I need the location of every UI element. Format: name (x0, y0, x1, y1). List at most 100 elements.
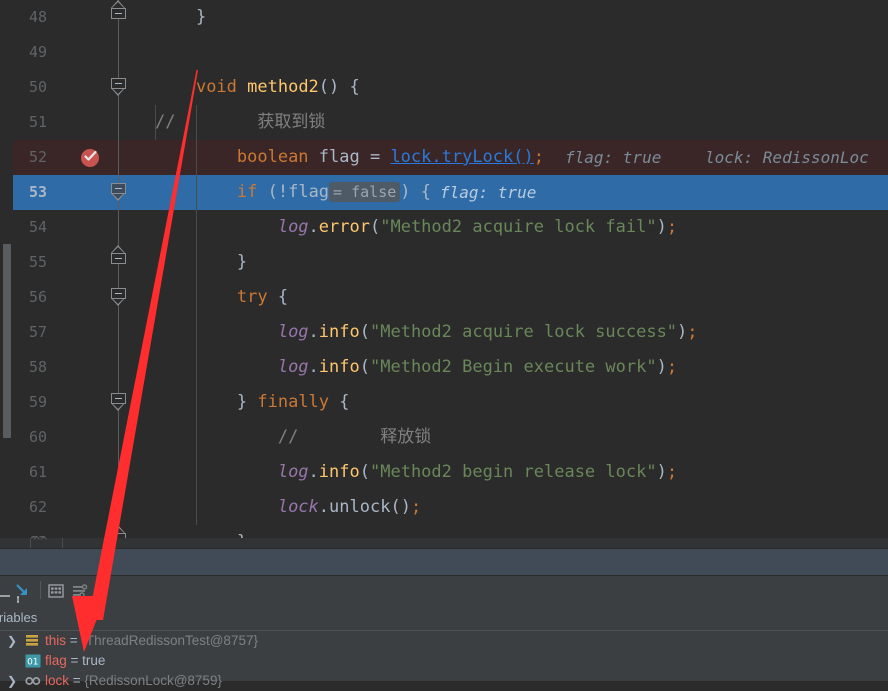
line-number: 52 (28, 148, 47, 166)
variable-row[interactable]: ❯ this = {ThreadRedissonTest@8757} (0, 631, 888, 651)
code-text: try { (155, 288, 288, 307)
code-line[interactable]: 58 log.info("Method2 Begin execute work"… (0, 350, 888, 385)
editor-gutter[interactable]: 56 (13, 280, 155, 315)
code-text: if (!flag = false) { (155, 182, 431, 202)
code-line[interactable]: 54 log.error("Method2 acquire lock fail"… (0, 210, 888, 245)
variable-equals: = (66, 653, 83, 668)
code-token: . (308, 462, 319, 482)
fold-collapse-icon[interactable] (111, 393, 127, 412)
code-token: { (277, 287, 289, 307)
fold-collapse-icon[interactable] (111, 288, 127, 307)
code-text: } finally { (155, 393, 350, 412)
code-text: lock.unlock(); (155, 498, 421, 517)
variables-list[interactable]: ❯ this = {ThreadRedissonTest@8757} 01 flag … (0, 631, 888, 688)
settings-list-icon[interactable] (70, 581, 90, 601)
editor-gutter[interactable]: 48 (13, 0, 155, 35)
editor-gutter[interactable]: 58 (13, 350, 155, 385)
code-line[interactable]: 63 } (0, 525, 888, 538)
code-token: ( (359, 357, 370, 377)
editor-gutter[interactable]: 54 (13, 210, 155, 245)
code-token: . (318, 497, 330, 517)
tab-divider-2 (62, 538, 63, 548)
code-token: "Method2 begin release lock" (370, 462, 657, 482)
code-token: log (277, 357, 309, 377)
code-line[interactable]: 60 // 释放锁 (0, 420, 888, 455)
code-line[interactable]: 52 boolean flag = lock.tryLock(); flag: t… (0, 140, 888, 175)
debugger-toolbar[interactable] (0, 576, 888, 605)
line-number: 59 (28, 393, 47, 411)
chevron-right-icon[interactable]: ❯ (7, 634, 17, 648)
variable-row[interactable]: ❯ lock = {RedissonLock@8759} (0, 671, 888, 691)
code-token: info (318, 322, 360, 342)
code-token: 获取到锁 (257, 112, 326, 132)
code-token: ; (666, 357, 678, 377)
code-token: unlock (329, 497, 391, 517)
code-token: boolean (236, 147, 319, 167)
code-line[interactable]: 57 log.info("Method2 acquire lock succes… (0, 315, 888, 350)
evaluate-expression-icon[interactable] (46, 581, 66, 601)
code-token: "Method2 Begin execute work" (370, 357, 657, 377)
editor-gutter[interactable]: 50 (13, 70, 155, 105)
fold-region-end-icon[interactable] (111, 0, 127, 27)
code-line[interactable]: 51 // 获取到锁 (0, 105, 888, 140)
code-token: . (308, 357, 319, 377)
tool-window-tab-strip[interactable]: ^^ (0, 534, 888, 549)
code-text: } (155, 8, 206, 27)
fold-collapse-icon[interactable] (111, 78, 127, 97)
svg-text:01: 01 (27, 657, 38, 667)
code-line[interactable]: 50 void method2() { (0, 70, 888, 105)
code-line[interactable]: 55 } (0, 245, 888, 280)
code-text: // 释放锁 (155, 428, 431, 447)
editor-gutter[interactable]: 60 (13, 420, 155, 455)
editor-gutter[interactable]: 51 (13, 105, 155, 140)
code-text: boolean flag = lock.tryLock(); (155, 148, 544, 167)
code-line[interactable]: 61 log.info("Method2 begin release lock"… (0, 455, 888, 490)
code-token: if (236, 182, 268, 202)
inline-variable-hint: lock: RedissonLoc (705, 148, 869, 167)
code-line-list: 48 } 49 50 void method2() {51// 获取到锁 52 boo… (0, 0, 888, 538)
code-editor[interactable]: 48 } 49 50 void method2() {51// 获取到锁 52 boo… (0, 0, 888, 538)
editor-gutter[interactable]: 53 (13, 175, 155, 210)
fold-collapse-icon[interactable] (111, 183, 127, 202)
code-line[interactable]: 56 try { (0, 280, 888, 315)
code-token: ) (677, 322, 688, 342)
code-text: } (155, 253, 247, 272)
code-token: ) (656, 357, 667, 377)
variable-row[interactable]: 01 flag = true (0, 651, 888, 671)
editor-gutter[interactable]: 61 (13, 455, 155, 490)
code-line[interactable]: 59 } finally { (0, 385, 888, 420)
code-line[interactable]: 53 if (!flag = false) { flag: true (0, 175, 888, 210)
fold-guide-line (118, 350, 119, 385)
fold-region-end-icon[interactable] (111, 245, 127, 272)
line-number: 54 (28, 218, 47, 236)
line-number: 48 (28, 8, 47, 26)
debugger-frames-band[interactable] (0, 549, 888, 576)
editor-gutter[interactable]: 55 (13, 245, 155, 280)
code-token: log (277, 217, 309, 237)
code-line[interactable]: 48 } (0, 0, 888, 35)
editor-gutter[interactable]: 49 (13, 35, 155, 70)
editor-gutter[interactable]: 59 (13, 385, 155, 420)
code-token: (! (267, 182, 289, 202)
editor-gutter[interactable]: 52 (13, 140, 155, 175)
line-number: 61 (28, 463, 47, 481)
step-into-icon[interactable] (12, 581, 32, 603)
editor-gutter[interactable]: 57 (13, 315, 155, 350)
field-group-icon (25, 634, 41, 648)
inline-variable-hint: flag: true (440, 183, 537, 202)
code-line[interactable]: 62 lock.unlock(); (0, 490, 888, 525)
code-token: } (195, 7, 207, 27)
code-line[interactable]: 49 (0, 35, 888, 70)
fold-guide-line (118, 105, 119, 140)
editor-gutter[interactable]: 62 (13, 490, 155, 525)
chevron-right-icon[interactable]: ❯ (7, 674, 17, 688)
code-token: } (236, 392, 258, 412)
variable-name: flag (45, 653, 67, 668)
breakpoint-icon[interactable] (81, 149, 99, 167)
debugger-tool-window[interactable]: ^^ riables ❯ this = {ThreadRedissonTest@… (0, 534, 888, 688)
